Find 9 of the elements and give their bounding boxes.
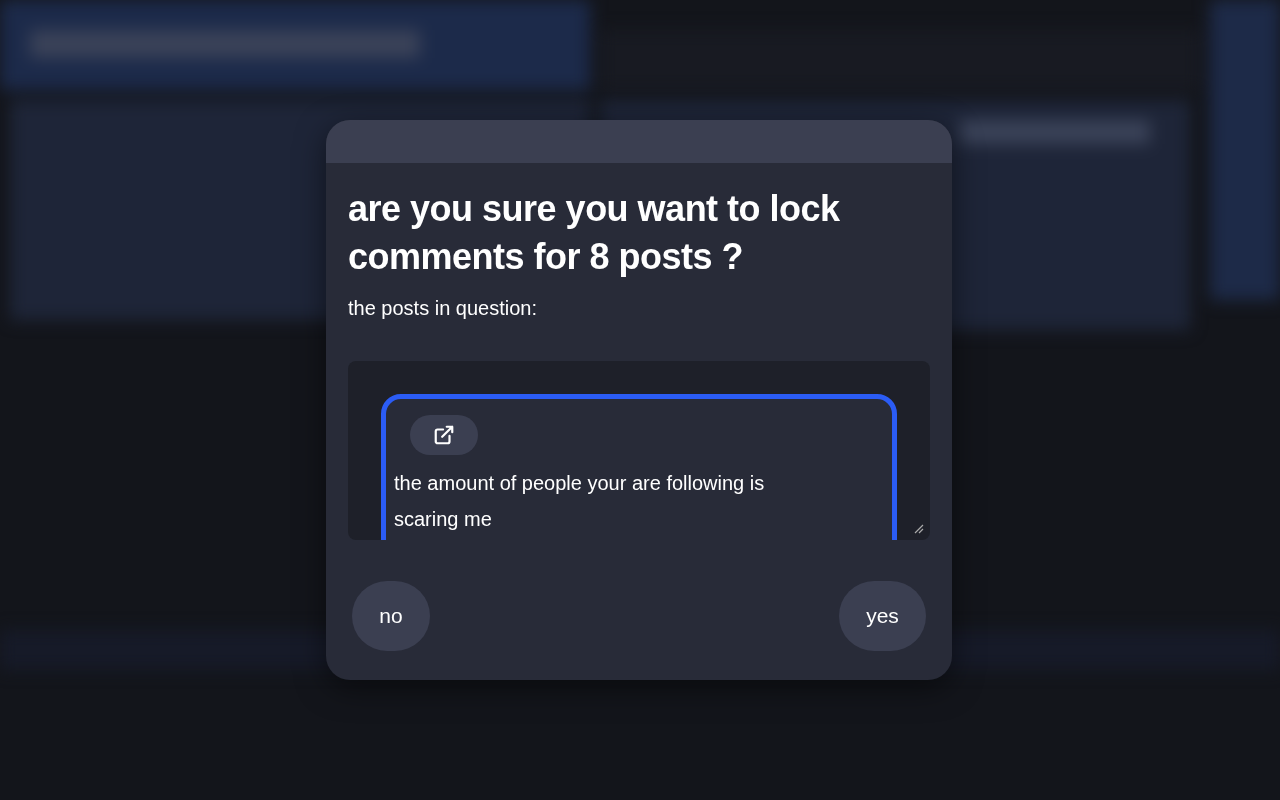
external-link-icon [433,424,455,446]
dialog-title: are you sure you want to lock comments for 8 posts ? [348,187,841,279]
post-text: the amount of people your are following is scaring me [394,471,766,532]
no-button[interactable]: no [352,581,430,651]
dialog-subtitle: the posts in question: [348,296,538,321]
yes-button[interactable]: yes [839,581,926,651]
resize-grip-icon[interactable] [914,524,924,534]
open-link-button[interactable] [410,415,478,455]
post-card[interactable]: the amount of people your are following is scaring me [381,394,897,540]
